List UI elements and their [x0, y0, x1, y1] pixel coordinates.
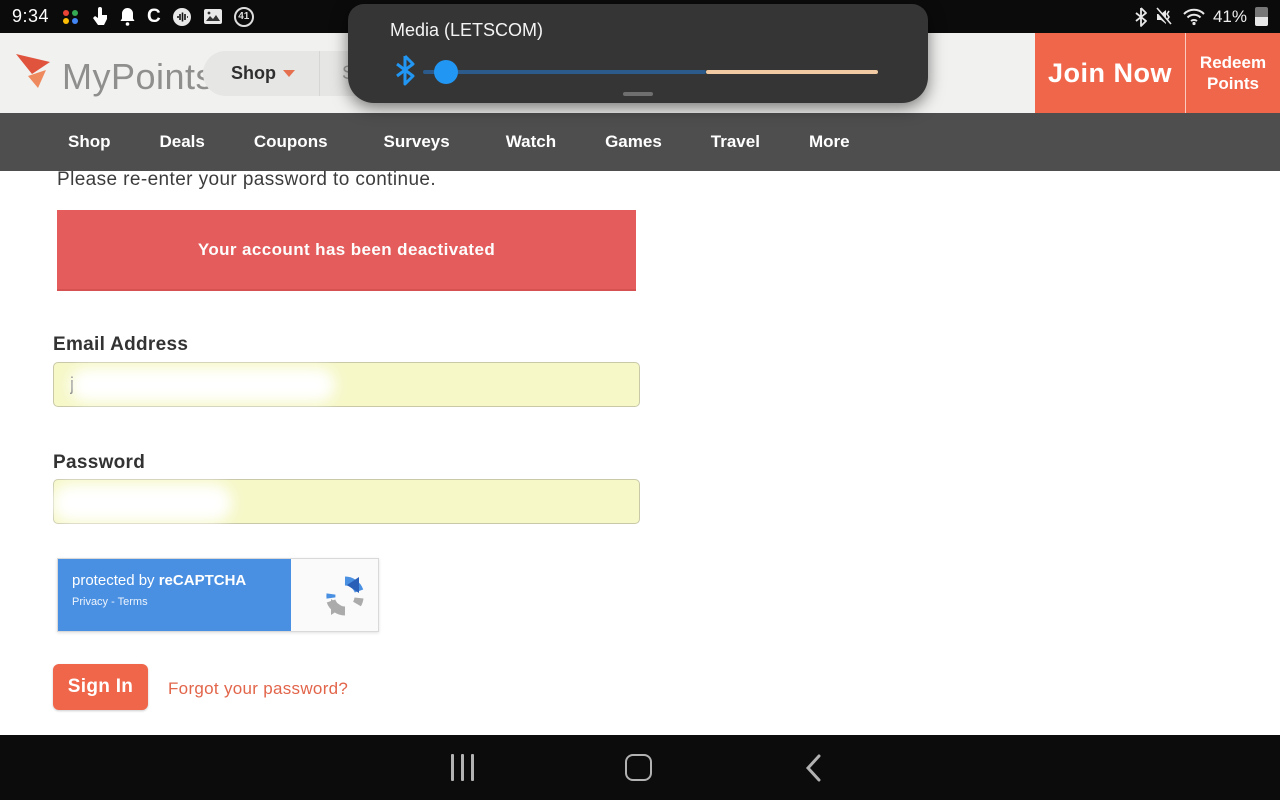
screen: 9:34 C 41 [0, 0, 1280, 800]
volume-slider-thumb[interactable] [434, 60, 458, 84]
media-waveform-icon [172, 7, 192, 27]
error-banner-text: Your account has been deactivated [198, 240, 495, 260]
back-chevron-icon [804, 753, 822, 783]
recents-button[interactable] [430, 735, 494, 800]
nav-item-more[interactable]: More [809, 132, 850, 152]
notification-icons: C 41 [63, 7, 254, 27]
sign-in-button[interactable]: Sign In [53, 664, 148, 710]
redeem-points-button[interactable]: Redeem Points [1185, 33, 1280, 113]
recaptcha-protected-text: protected by reCAPTCHA [72, 572, 291, 589]
image-icon [203, 7, 223, 27]
shop-dropdown[interactable]: Shop [203, 63, 319, 84]
redeem-line2: Points [1207, 73, 1259, 94]
bell-icon [119, 7, 136, 27]
nav-item-surveys[interactable]: Surveys [384, 132, 450, 152]
recaptcha-terms-link[interactable]: Terms [118, 596, 148, 608]
wifi-icon [1183, 7, 1205, 27]
media-volume-overlay: Media (LETSCOM) [348, 4, 928, 103]
recaptcha-blue-panel: protected by reCAPTCHA Privacy - Terms [58, 559, 291, 631]
c-app-icon: C [147, 7, 161, 27]
redeem-line1: Redeem [1200, 52, 1266, 73]
reenter-password-instruction: Please re-enter your password to continu… [57, 169, 436, 191]
email-label: Email Address [53, 334, 188, 356]
recaptcha-link-separator: - [108, 596, 118, 608]
battery-icon [1255, 7, 1268, 27]
bluetooth-media-icon [394, 54, 416, 91]
nav-item-shop[interactable]: Shop [68, 132, 111, 152]
touch-gesture-icon [90, 7, 108, 27]
email-field[interactable] [53, 362, 640, 407]
nav-item-coupons[interactable]: Coupons [254, 132, 328, 152]
chevron-down-icon [283, 70, 295, 77]
nav-item-deals[interactable]: Deals [160, 132, 205, 152]
colorful-app-icon [63, 7, 79, 27]
system-status-icons: 41% [1135, 7, 1268, 27]
password-field[interactable] [53, 479, 640, 524]
recaptcha-links: Privacy - Terms [72, 596, 291, 608]
recaptcha-badge: protected by reCAPTCHA Privacy - Terms [57, 558, 379, 632]
recaptcha-logo-icon [322, 573, 368, 624]
mypoints-logo-icon [14, 50, 54, 92]
bluetooth-icon [1135, 7, 1147, 27]
mypoints-logo[interactable]: MyPoints® [14, 50, 224, 99]
battery-percent-label: 41% [1213, 7, 1247, 27]
overlay-drag-handle[interactable] [623, 92, 653, 96]
android-navigation-bar: COMPLAINTS BOARD RESOLVING SINCE 2004 [0, 735, 1280, 800]
main-navigation: Shop Deals Coupons Surveys Watch Games T… [0, 113, 1280, 171]
nav-item-travel[interactable]: Travel [711, 132, 760, 152]
join-now-label: Join Now [1048, 58, 1172, 89]
join-now-button[interactable]: Join Now [1035, 33, 1185, 113]
badge-41-icon: 41 [234, 7, 254, 27]
password-label: Password [53, 452, 145, 474]
volume-track-remainder[interactable] [706, 70, 878, 74]
logo-text: MyPoints® [62, 50, 224, 99]
status-time: 9:34 [12, 6, 49, 27]
nav-item-watch[interactable]: Watch [506, 132, 556, 152]
account-deactivated-banner: Your account has been deactivated [57, 210, 636, 291]
mute-vibrate-icon [1155, 7, 1175, 27]
shop-dropdown-label: Shop [231, 63, 276, 84]
nav-item-games[interactable]: Games [605, 132, 662, 152]
media-overlay-title: Media (LETSCOM) [390, 20, 543, 41]
recaptcha-privacy-link[interactable]: Privacy [72, 596, 108, 608]
home-icon [625, 754, 652, 781]
back-button[interactable] [781, 735, 845, 800]
forgot-password-link[interactable]: Forgot your password? [168, 679, 348, 699]
volume-track-filled[interactable] [423, 70, 706, 74]
home-button[interactable] [606, 735, 670, 800]
